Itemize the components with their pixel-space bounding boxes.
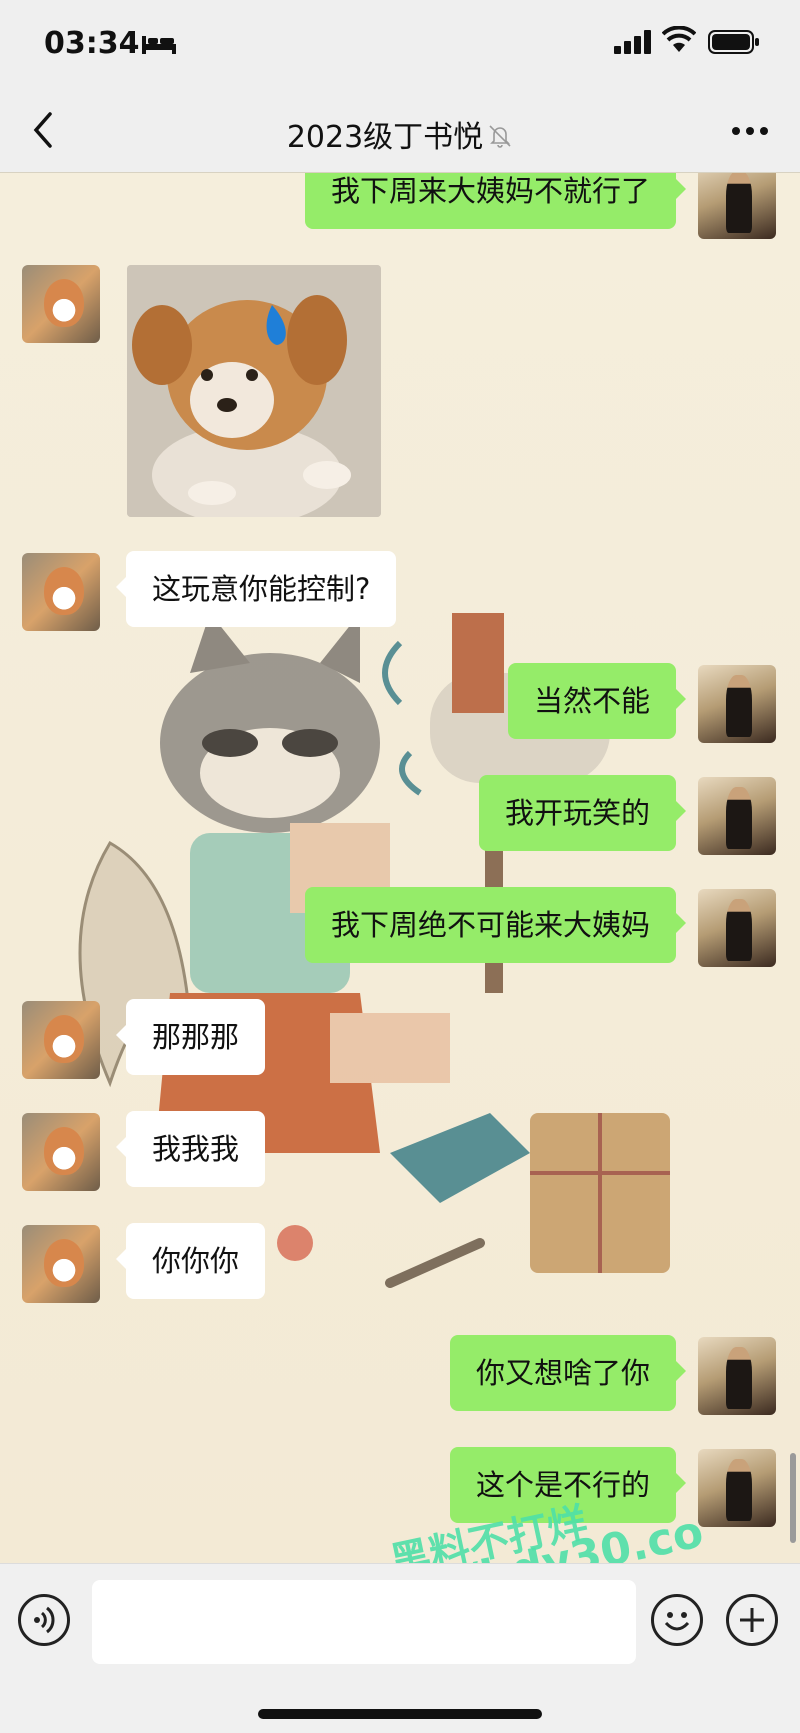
contact-avatar[interactable] [22, 1113, 100, 1191]
my-avatar[interactable] [698, 889, 776, 967]
contact-name: 2023级丁书悦 [286, 120, 484, 155]
my-avatar[interactable] [698, 777, 776, 855]
my-avatar[interactable] [698, 665, 776, 743]
my-avatar[interactable] [698, 173, 776, 239]
home-indicator[interactable] [258, 1709, 542, 1719]
message-bubble-outgoing[interactable]: 我下周绝不可能来大姨妈 [304, 887, 687, 963]
message-bubble-outgoing[interactable]: 我下周来大姨妈不就行了 [304, 173, 687, 229]
chat-scrollbar[interactable] [790, 1453, 796, 1543]
my-avatar[interactable] [698, 1337, 776, 1415]
chat-title: 2023级丁书悦 [0, 112, 800, 156]
voice-waves-icon [34, 1606, 55, 1634]
status-time: 03:34 [44, 26, 140, 61]
message-bubble-incoming[interactable]: 那那那 [115, 999, 266, 1075]
status-bar: 03:34 [0, 0, 800, 90]
message-text-field[interactable] [92, 1580, 636, 1664]
message-bubble-incoming[interactable]: 我我我 [115, 1111, 266, 1187]
message-bubble-outgoing[interactable]: 我开玩笑的 [478, 775, 687, 851]
emoji-button[interactable] [651, 1594, 703, 1646]
wifi-icon [662, 26, 696, 52]
my-avatar[interactable] [698, 1449, 776, 1527]
crying-puppy-sticker[interactable] [127, 265, 381, 517]
smiley-face-icon [664, 1612, 690, 1631]
contact-avatar[interactable] [22, 265, 100, 343]
puppy-sticker-image [127, 265, 381, 517]
voice-input-button[interactable] [18, 1594, 70, 1646]
contact-avatar[interactable] [22, 553, 100, 631]
muted-bell-icon [489, 125, 511, 148]
message-bubble-incoming[interactable]: 你你你 [115, 1223, 266, 1299]
message-bubble-incoming[interactable]: 这玩意你能控制? [115, 551, 397, 627]
more-actions-button[interactable] [726, 1594, 778, 1646]
message-input-bar [0, 1563, 800, 1733]
sleep-focus-icon [142, 36, 176, 54]
cellular-signal-icon [614, 30, 651, 54]
chat-header: 2023级丁书悦 [0, 90, 800, 173]
chat-history[interactable]: 我下周来大姨妈不就行了 这玩意你能控制? 当然不能 我开玩笑的 我下周绝不可能来… [0, 173, 800, 1563]
contact-avatar[interactable] [22, 1225, 100, 1303]
message-bubble-outgoing[interactable]: 当然不能 [507, 663, 687, 739]
message-bubble-outgoing[interactable]: 你又想啥了你 [449, 1335, 687, 1411]
contact-avatar[interactable] [22, 1001, 100, 1079]
more-options-icon[interactable] [728, 116, 772, 146]
battery-icon [708, 30, 759, 54]
plus-icon [740, 1608, 764, 1632]
